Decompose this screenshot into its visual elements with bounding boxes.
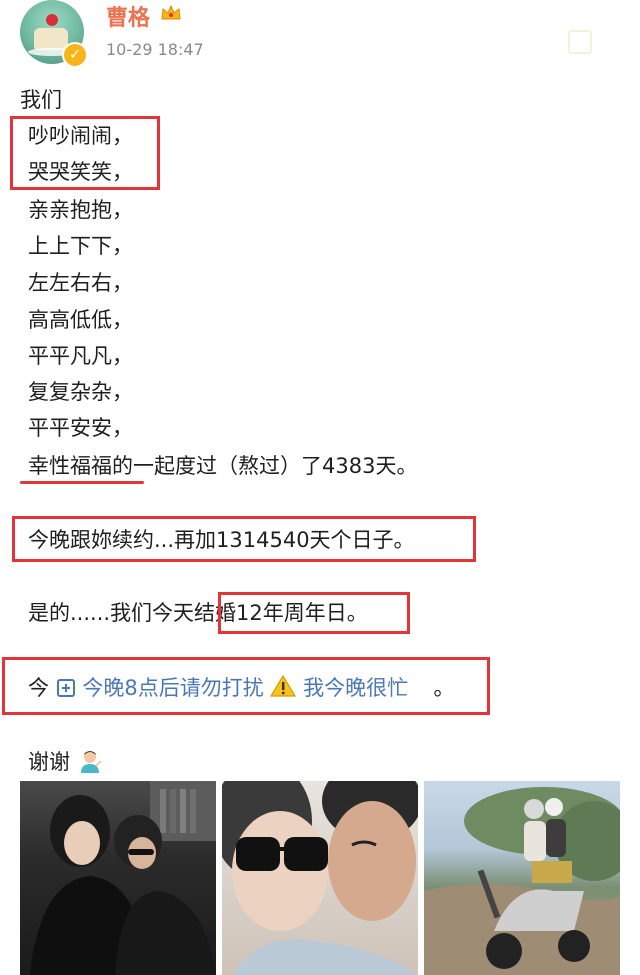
cherry-shape — [46, 14, 58, 26]
highlight-box — [12, 516, 476, 562]
post-line: 幸性福福的一起度过（熬过）了4383天。 — [28, 454, 418, 478]
post-photo-2[interactable] — [222, 781, 418, 975]
highlight-box — [218, 592, 410, 634]
highlight-box — [10, 116, 160, 190]
photo-couple-indoor — [30, 781, 216, 975]
highlight-underline — [20, 481, 144, 484]
post-timestamp: 10-29 18:47 — [106, 40, 204, 59]
thanks-line: 谢谢 — [28, 748, 103, 776]
photo-scooter-beach — [424, 787, 620, 975]
highlight-box — [2, 657, 490, 715]
person-shrugging-emoji-icon — [80, 751, 102, 773]
post-line: 我们 — [20, 88, 62, 112]
verified-badge-icon: ✓ — [62, 42, 88, 68]
crown-icon — [161, 4, 181, 20]
post-photo-3[interactable] — [424, 781, 620, 975]
post-line: 亲亲抱抱， — [28, 198, 133, 222]
post-line: 高高低低， — [28, 308, 133, 332]
menu-icon[interactable] — [568, 30, 592, 54]
username[interactable]: 曹格 — [106, 0, 150, 32]
post-line: 复复杂杂， — [28, 380, 133, 404]
thanks-text: 谢谢 — [28, 750, 70, 774]
post-line: 平平凡凡， — [28, 344, 133, 368]
post-photo-1[interactable] — [20, 781, 216, 975]
post-line: 左左右右， — [28, 271, 133, 295]
cake-shape — [34, 28, 68, 50]
photo-kiss-selfie — [222, 781, 418, 975]
post-line: 上上下下， — [28, 234, 133, 258]
post-line: 平平安安， — [28, 416, 133, 440]
